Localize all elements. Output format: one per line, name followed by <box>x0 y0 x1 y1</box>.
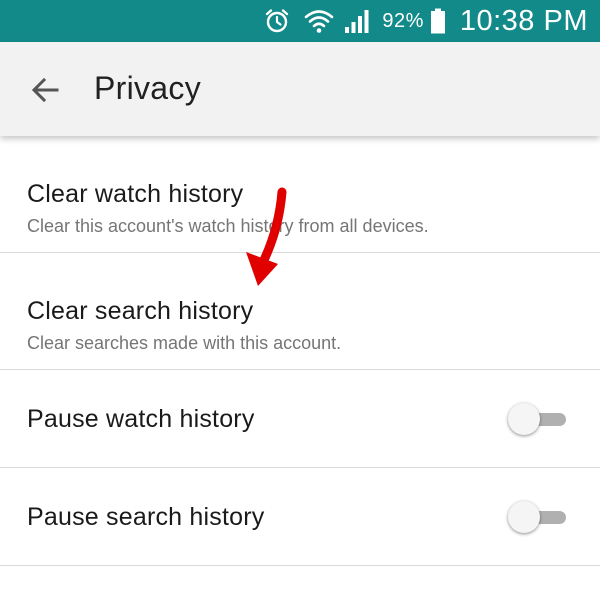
pause-watch-history-title: Pause watch history <box>27 405 255 433</box>
battery-percent: 92% <box>382 9 424 32</box>
clear-watch-history-item[interactable]: Clear watch history Clear this account's… <box>0 136 600 253</box>
pause-watch-history-toggle[interactable] <box>508 403 570 435</box>
status-icons: 92% 10:38 PM <box>264 0 588 42</box>
battery-icon <box>430 8 446 34</box>
wifi-icon <box>304 8 334 34</box>
status-clock: 10:38 PM <box>459 4 588 37</box>
pause-search-history-title: Pause search history <box>27 503 265 531</box>
clear-watch-history-subtitle: Clear this account's watch history from … <box>27 216 429 236</box>
pause-search-history-toggle[interactable] <box>508 501 570 533</box>
clear-search-history-item[interactable]: Clear search history Clear searches made… <box>0 253 600 370</box>
alarm-icon <box>264 8 290 34</box>
pause-watch-history-item[interactable]: Pause watch history <box>0 370 600 468</box>
app-bar: Privacy <box>0 42 600 136</box>
toggle-thumb <box>508 403 540 435</box>
page-title: Privacy <box>94 70 202 106</box>
pause-search-history-item[interactable]: Pause search history <box>0 468 600 566</box>
back-button[interactable] <box>22 67 68 113</box>
signal-icon <box>344 8 372 34</box>
clear-search-history-title: Clear search history <box>27 297 254 325</box>
toggle-thumb <box>508 501 540 533</box>
clear-search-history-subtitle: Clear searches made with this account. <box>27 333 342 353</box>
settings-list: Clear watch history Clear this account's… <box>0 136 600 566</box>
clear-watch-history-title: Clear watch history <box>27 180 244 208</box>
status-bar: 92% 10:38 PM <box>0 0 600 42</box>
arrow-left-icon <box>31 77 59 103</box>
